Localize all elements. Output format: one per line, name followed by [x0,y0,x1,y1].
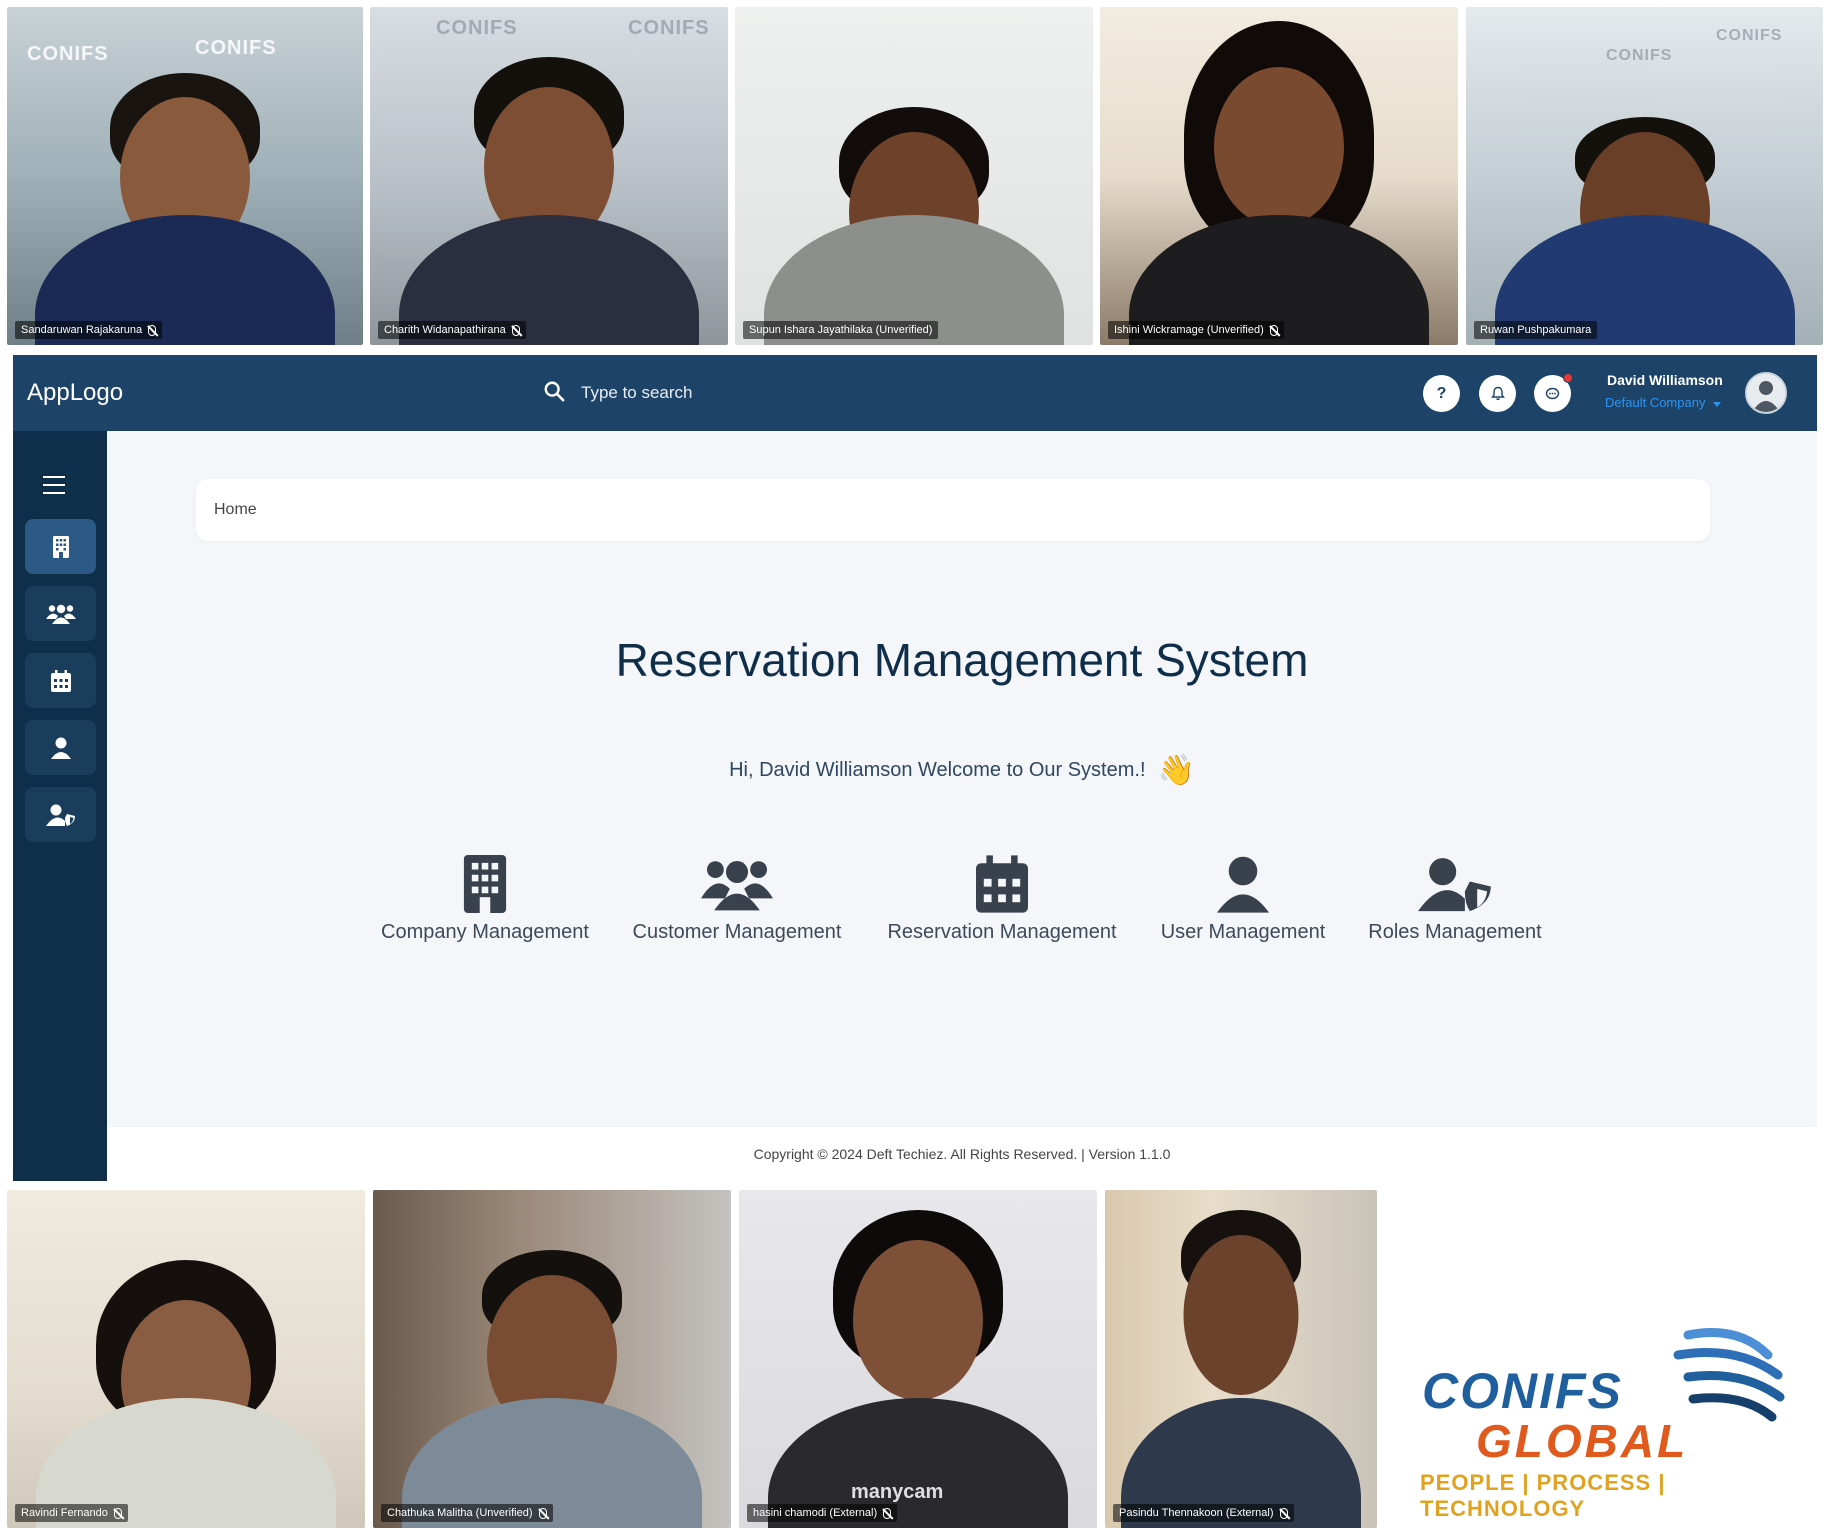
module-customer-management[interactable]: Customer Management [628,855,846,944]
participant-name: Sandaruwan Rajakaruna [21,324,143,336]
participant-name: Supun Ishara Jayathilaka (Unverified) [749,324,933,336]
participant-face [853,1240,983,1400]
manycam-watermark: manycam [851,1481,944,1503]
participant-name-tag: Sandaruwan Rajakaruna [15,321,163,339]
help-button[interactable]: ? [1423,375,1460,412]
participant-name-tag: Supun Ishara Jayathilaka (Unverified) [743,321,939,339]
participant-name: Chathuka Malitha (Unverified) [387,1507,533,1519]
user-name: David Williamson [1607,372,1723,388]
module-reservation-management[interactable]: Reservation Management [884,855,1120,944]
welcome-text: Hi, David Williamson Welcome to Our Syst… [729,759,1146,781]
sidebar [13,431,107,1181]
participant-name-tag: Charith Widanapathirana [378,321,526,339]
messages-button[interactable] [1534,373,1573,412]
participant-name: hasini chamodi (External) [753,1507,878,1519]
menu-toggle-icon[interactable] [43,476,65,494]
mic-muted-icon [511,324,520,336]
users-icon [701,860,773,911]
footer: Copyright © 2024 Deft Techiez. All Right… [107,1127,1817,1181]
calendar-icon [976,855,1028,913]
user-icon [1217,856,1269,913]
participant-name: Ravindi Fernando [21,1507,108,1519]
mic-muted-icon [1279,1507,1288,1519]
video-tile[interactable]: CONIFS CONIFS Ruwan Pushpakumara [1466,7,1823,345]
breadcrumb-home[interactable]: Home [214,501,257,518]
building-icon [52,535,69,558]
watermark-logo: CONIFS [1606,47,1673,64]
user-avatar[interactable] [1745,372,1787,414]
top-navbar: AppLogo ? David Williamson Default Compa… [13,355,1817,431]
user-shield-icon [45,804,75,826]
help-icon: ? [1436,384,1447,402]
notifications-button[interactable] [1479,375,1516,412]
video-tile[interactable]: Pasindu Thennakoon (External) [1105,1190,1377,1528]
watermark-logo: CONIFS [436,17,518,39]
video-tile[interactable]: Ishini Wickramage (Unverified) [1100,7,1458,345]
watermark-logo: CONIFS [195,37,277,59]
app-logo[interactable]: AppLogo [27,379,123,407]
page-title: Reservation Management System [615,634,1309,686]
copyright-text: Copyright © 2024 Deft Techiez. All Right… [753,1146,1171,1162]
module-label: Company Management [381,921,589,943]
mic-muted-icon [538,1507,547,1519]
participant-face [1183,1235,1299,1395]
search-input[interactable] [581,383,881,403]
video-tile[interactable]: Chathuka Malitha (Unverified) [373,1190,731,1528]
participant-name-tag: Ruwan Pushpakumara [1474,321,1598,339]
module-company-management[interactable]: Company Management [380,855,590,944]
module-grid: Company Management Customer Management R… [13,855,1817,944]
module-user-management[interactable]: User Management [1158,855,1328,944]
participant-name-tag: Ishini Wickramage (Unverified) [1108,321,1284,339]
participant-face [1214,67,1344,227]
watermark-logo: CONIFS [628,17,710,39]
welcome-message: Hi, David Williamson Welcome to Our Syst… [13,753,1817,788]
bell-icon [1490,386,1505,401]
video-tile[interactable]: Supun Ishara Jayathilaka (Unverified) [735,7,1093,345]
watermark-logo: CONIFS [27,43,109,65]
participant-name-tag: Ravindi Fernando [15,1504,128,1522]
users-icon [45,604,76,624]
company-name: Default Company [1605,395,1706,410]
video-tile[interactable]: manycam hasini chamodi (External) [739,1190,1097,1528]
brand-tagline: PEOPLE | PROCESS | TECHNOLOGY [1420,1470,1666,1521]
module-label: User Management [1160,921,1326,943]
participant-name-tag: Pasindu Thennakoon (External) [1113,1504,1294,1522]
participant-name: Ishini Wickramage (Unverified) [1114,324,1264,336]
brand-name-line2: GLOBAL [1476,1415,1689,1467]
module-label: Customer Management [632,921,842,943]
module-label: Roles Management [1368,921,1542,943]
participant-name-tag: hasini chamodi (External) [747,1504,898,1522]
chat-icon [1545,387,1560,399]
search-bar[interactable] [543,375,943,411]
caret-down-icon [1713,395,1722,410]
mic-muted-icon [148,324,157,336]
participant-name: Ruwan Pushpakumara [1480,324,1592,336]
video-tile[interactable]: Ravindi Fernando [7,1190,365,1528]
video-tile[interactable]: CONIFS CONIFS Charith Widanapathirana [370,7,728,345]
app-window: AppLogo ? David Williamson Default Compa… [13,355,1817,1181]
participant-name-tag: Chathuka Malitha (Unverified) [381,1504,553,1522]
user-shield-icon [1418,858,1491,912]
search-icon[interactable] [543,380,565,407]
company-selector[interactable]: Default Company [1605,395,1722,410]
unread-indicator [1563,373,1573,383]
module-roles-management[interactable]: Roles Management [1366,855,1544,944]
mic-muted-icon [113,1507,122,1519]
brand-name-line1: CONIFS [1422,1363,1623,1419]
wave-emoji: 👋 [1157,754,1195,787]
watermark-logo: CONIFS [1716,27,1783,44]
participant-name: Charith Widanapathirana [384,324,506,336]
conifs-global-logo: CONIFS GLOBAL PEOPLE | PROCESS | TECHNOL… [1418,1320,1798,1521]
building-icon [463,855,507,913]
participant-name: Pasindu Thennakoon (External) [1119,1507,1274,1519]
sidebar-item-roles[interactable] [25,787,96,842]
mic-muted-icon [1269,324,1278,336]
video-tile[interactable]: CONIFS CONIFS Sandaruwan Rajakaruna [7,7,363,345]
mic-muted-icon [883,1507,892,1519]
module-label: Reservation Management [887,921,1117,943]
breadcrumb: Home [196,479,1710,541]
sidebar-item-company[interactable] [25,519,96,574]
